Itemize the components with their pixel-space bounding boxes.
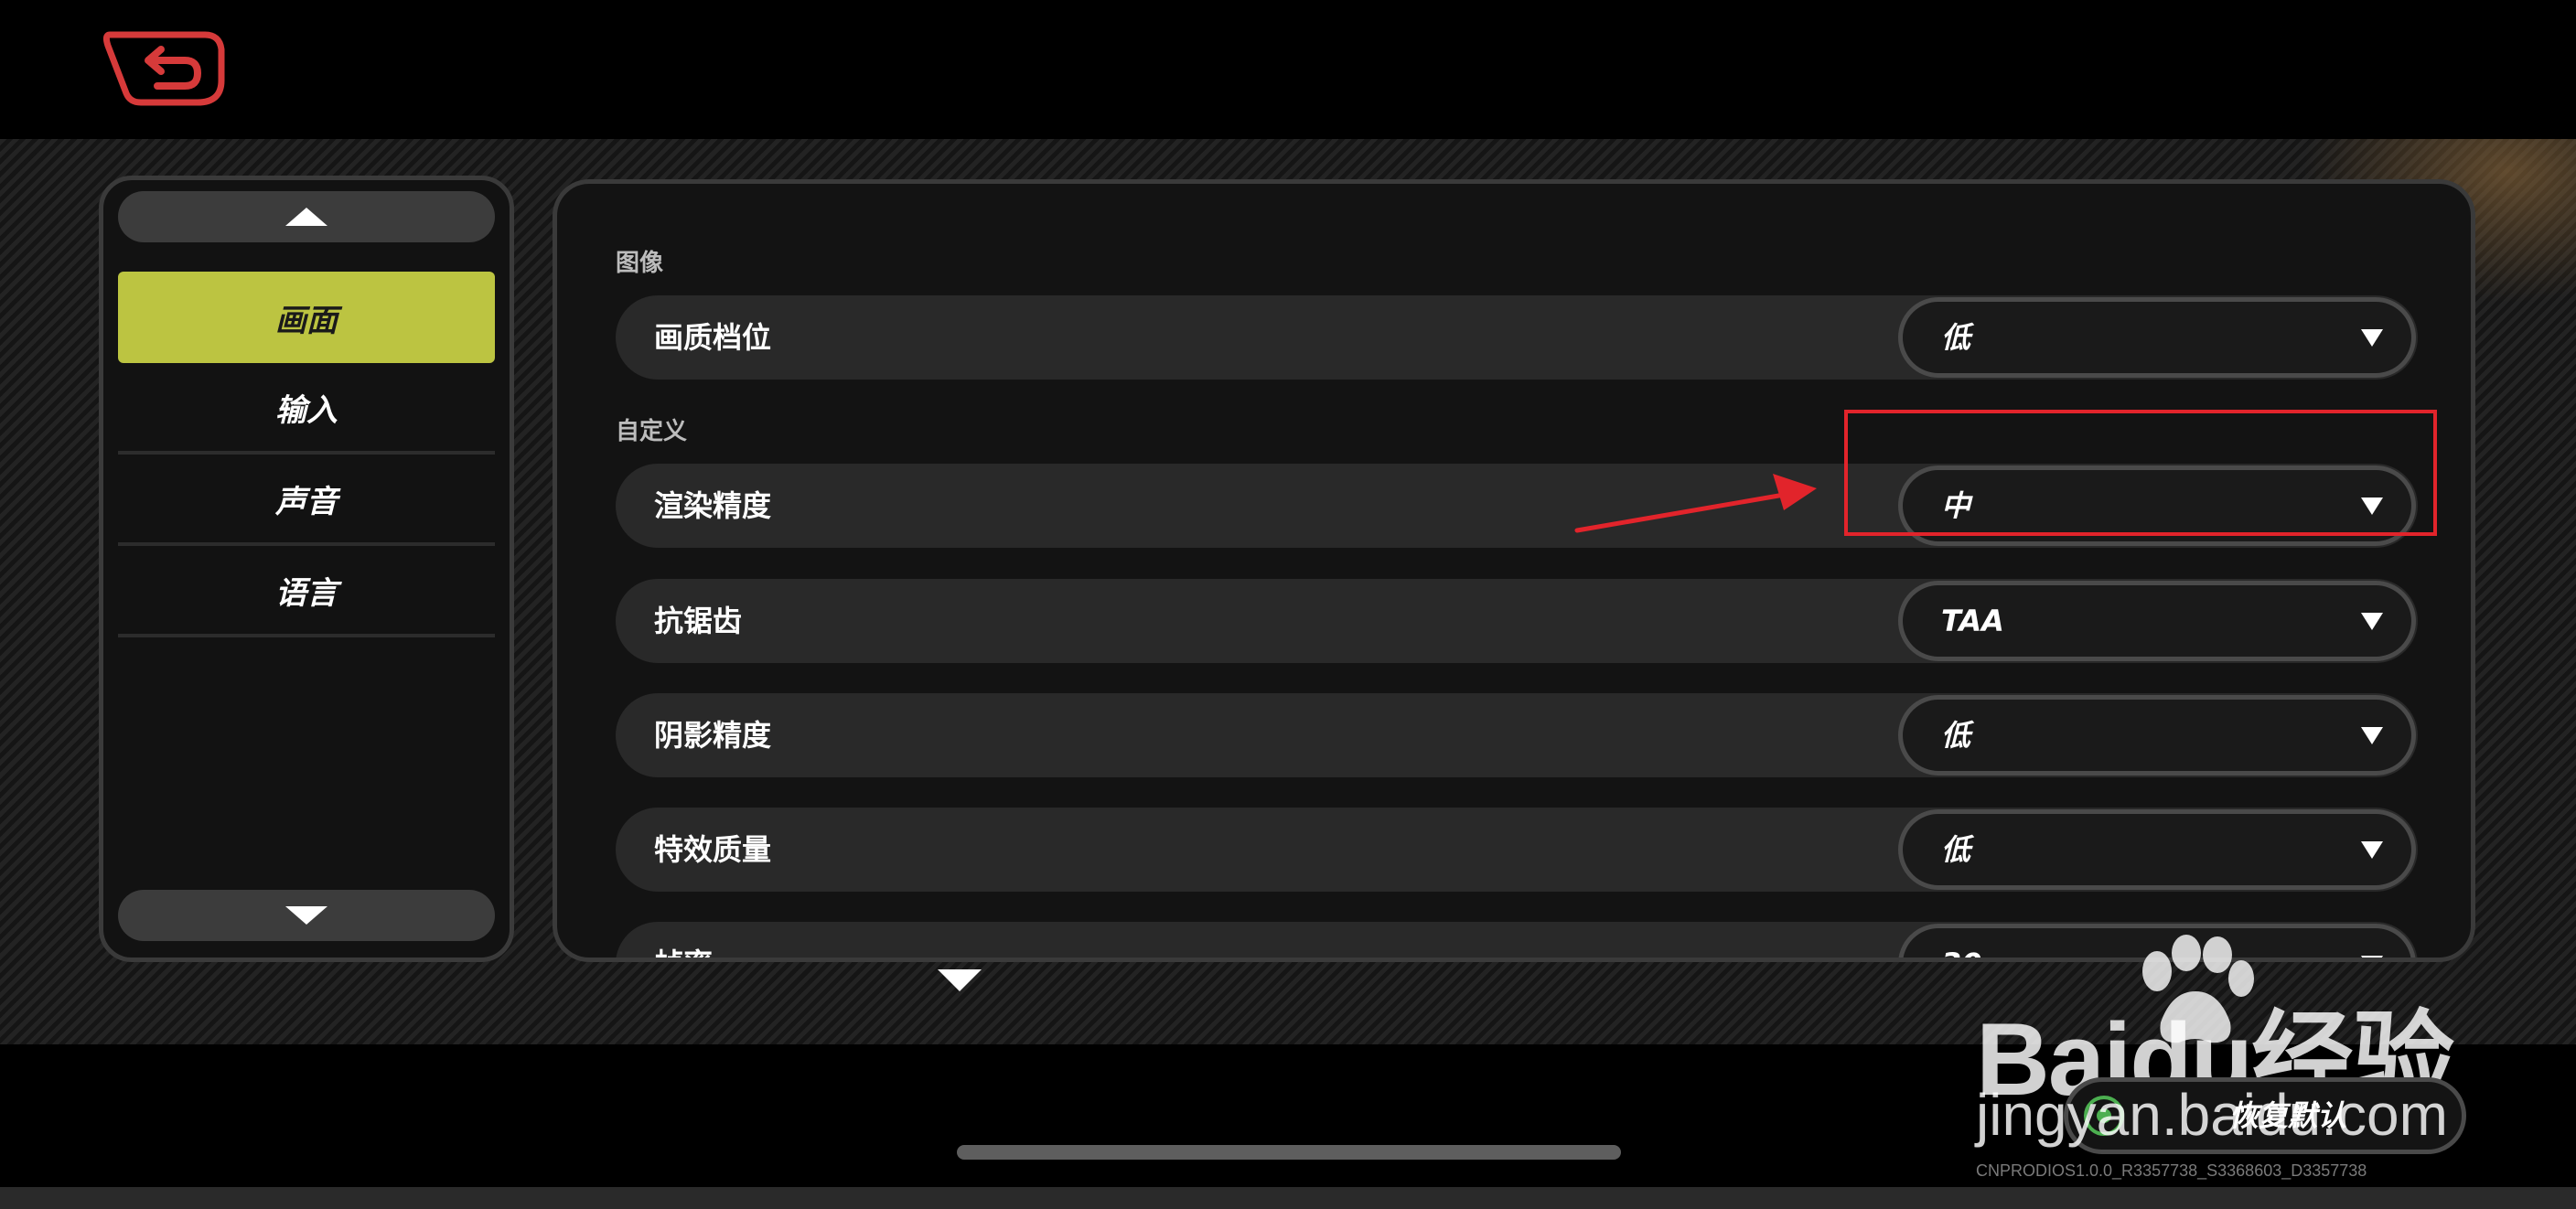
dropdown-value: TAA [1941, 604, 2004, 638]
triangle-down-icon [2361, 613, 2383, 630]
triangle-down-icon [2361, 956, 2383, 958]
sidebar-item-language[interactable]: 语言 [118, 546, 495, 637]
settings-area: 画面 输入 声音 语言 图像 画质档位 低 自定义 渲染精度 中 抗锯齿 TAA… [0, 139, 2576, 1044]
setting-label: 帧率 [654, 922, 713, 958]
dropdown-value: 30 [1941, 928, 1982, 958]
setting-label: 画质档位 [654, 320, 772, 355]
watermark-url: jingyan.baidu.com [1976, 1082, 2448, 1148]
scroll-more-icon[interactable] [937, 968, 982, 993]
triangle-up-icon [285, 208, 327, 226]
triangle-down-icon [2361, 727, 2383, 744]
setting-row-effects-quality: 特效质量 低 [616, 808, 2418, 892]
dropdown-value: 低 [1941, 320, 1971, 355]
category-panel: 画面 输入 声音 语言 [99, 176, 514, 962]
effects-quality-dropdown[interactable]: 低 [1898, 809, 2416, 890]
section-title-image: 图像 [616, 250, 664, 277]
shadow-precision-dropdown[interactable]: 低 [1898, 695, 2416, 776]
setting-row-shadow-precision: 阴影精度 低 [616, 693, 2418, 777]
home-indicator[interactable] [957, 1145, 1621, 1160]
screen: 画面 输入 声音 语言 图像 画质档位 低 自定义 渲染精度 中 抗锯齿 TAA… [0, 0, 2576, 1209]
sidebar-item-display[interactable]: 画面 [118, 272, 495, 363]
setting-label: 特效质量 [654, 832, 772, 867]
dropdown-value: 低 [1941, 718, 1971, 753]
setting-label: 阴影精度 [654, 718, 772, 753]
setting-row-quality: 画质档位 低 [616, 295, 2418, 380]
back-button[interactable] [102, 26, 231, 110]
version-text: CNPRODIOS1.0.0_R3357738_S3368603_D335773… [1976, 1161, 2367, 1180]
setting-label: 渲染精度 [654, 488, 772, 523]
triangle-down-icon [285, 906, 327, 925]
triangle-down-icon [2361, 841, 2383, 859]
annotation-arrow-icon [1574, 474, 1817, 533]
annotation-highlight-box [1844, 410, 2437, 536]
quality-dropdown[interactable]: 低 [1898, 297, 2416, 378]
sidebar-item-sound[interactable]: 声音 [118, 455, 495, 546]
triangle-down-icon [2361, 329, 2383, 347]
scroll-up-button[interactable] [118, 191, 495, 242]
dropdown-value: 低 [1941, 832, 1971, 867]
bottom-edge [0, 1187, 2576, 1209]
back-arrow-icon [102, 31, 225, 106]
sidebar-item-input[interactable]: 输入 [118, 363, 495, 455]
settings-panel: 图像 画质档位 低 自定义 渲染精度 中 抗锯齿 TAA 阴影精度 低 特效质量… [553, 179, 2475, 962]
section-title-custom: 自定义 [616, 418, 688, 445]
anti-aliasing-dropdown[interactable]: TAA [1898, 581, 2416, 661]
setting-row-anti-aliasing: 抗锯齿 TAA [616, 579, 2418, 663]
setting-label: 抗锯齿 [654, 604, 743, 638]
scroll-down-button[interactable] [118, 890, 495, 941]
